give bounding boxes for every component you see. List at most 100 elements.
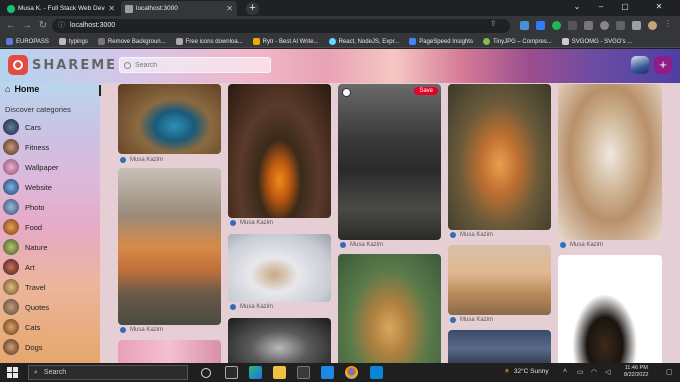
close-tab-icon[interactable]: ✕ (226, 4, 233, 13)
system-clock[interactable]: 11:46 PM 8/22/2022 (624, 365, 648, 379)
file-explorer-icon[interactable] (273, 366, 286, 379)
pin-image[interactable] (338, 254, 441, 363)
category-item-wallpaper[interactable]: Wallpaper (3, 157, 59, 177)
pin-card[interactable] (228, 318, 331, 363)
weather-widget[interactable]: ☀ 32°C Sunny (504, 367, 549, 376)
pin-card[interactable] (448, 330, 551, 363)
app-logo[interactable]: SHAREME (8, 55, 117, 75)
bookmark-item[interactable]: PageSpeed Insights (409, 38, 473, 45)
pin-card[interactable]: Musa Kazim (118, 84, 221, 164)
category-item-website[interactable]: Website (3, 177, 59, 197)
pin-author[interactable]: Musa Kazim (120, 157, 163, 163)
pin-image[interactable] (118, 340, 221, 363)
pin-card[interactable]: Musa Kazim (228, 84, 331, 230)
pin-author[interactable]: Musa Kazim (230, 220, 273, 226)
save-button[interactable]: Save (414, 87, 438, 95)
pin-image[interactable] (228, 84, 331, 218)
new-tab-button[interactable]: + (246, 2, 259, 15)
network-icon[interactable]: ▭ (577, 368, 584, 376)
search-input[interactable] (135, 61, 265, 69)
bookmark-item[interactable]: SVGOMG - SVGO's ... (561, 38, 632, 45)
pin-card[interactable]: Musa Kazim (448, 84, 551, 242)
pin-card[interactable] (558, 255, 662, 363)
category-item-art[interactable]: Art (3, 257, 59, 277)
info-icon[interactable]: ⓘ (58, 19, 65, 33)
bookmark-item[interactable]: typings (58, 38, 88, 45)
cortana-icon[interactable] (201, 368, 211, 378)
pin-card[interactable] (118, 340, 221, 363)
extension-icon[interactable] (584, 21, 593, 30)
pin-card[interactable] (338, 254, 441, 363)
pin-image[interactable] (558, 84, 662, 240)
chrome-icon[interactable] (345, 366, 358, 379)
pin-image[interactable] (448, 84, 551, 230)
pin-image[interactable] (228, 234, 331, 302)
back-icon[interactable]: ← (4, 19, 18, 33)
translate-icon[interactable] (520, 21, 529, 30)
category-item-nature[interactable]: Nature (3, 237, 59, 257)
pin-image[interactable] (118, 168, 221, 325)
pin-card[interactable]: Musa Kazim (558, 84, 662, 252)
forward-icon[interactable]: → (20, 19, 34, 33)
download-icon[interactable] (342, 88, 351, 97)
close-window-icon[interactable]: ✕ (648, 0, 670, 14)
task-view-icon[interactable] (225, 366, 238, 379)
extension-icon[interactable] (536, 21, 545, 30)
tray-chevron-icon[interactable]: ˄ (563, 368, 567, 375)
pin-author[interactable]: Musa Kazim (120, 327, 163, 333)
notifications-icon[interactable]: ▢ (666, 368, 673, 376)
pin-image[interactable] (558, 255, 662, 363)
create-pin-button[interactable]: + (654, 56, 672, 74)
bookmark-item[interactable]: Rytr - Best AI Write... (252, 38, 319, 45)
search-bar[interactable] (119, 57, 271, 73)
minimize-icon[interactable]: – (590, 0, 612, 14)
wifi-icon[interactable]: ◠ (591, 368, 597, 376)
category-item-cars[interactable]: Cars (3, 117, 59, 137)
profile-icon[interactable] (648, 21, 657, 30)
vscode-icon[interactable] (370, 366, 383, 379)
puzzle-icon[interactable] (616, 21, 625, 30)
category-item-fitness[interactable]: Fitness (3, 137, 59, 157)
tab-search-icon[interactable]: ⌄ (566, 0, 588, 14)
menu-icon[interactable]: ⋮ (664, 19, 673, 28)
close-tab-icon[interactable]: ✕ (108, 4, 115, 13)
pin-author[interactable]: Musa Kazim (450, 317, 493, 323)
pin-card[interactable]: Musa Kazim (118, 168, 221, 336)
category-item-photo[interactable]: Photo (3, 197, 59, 217)
bookmark-item[interactable]: EUROPASS (6, 38, 49, 45)
pin-image[interactable] (228, 318, 331, 363)
pin-image[interactable] (448, 245, 551, 315)
pin-author[interactable]: Musa Kazim (230, 304, 273, 310)
grammarly-icon[interactable] (552, 21, 561, 30)
share-icon[interactable]: ⇪ (490, 19, 499, 28)
pin-author[interactable]: Musa Kazim (450, 232, 493, 238)
bookmark-item[interactable]: Remove Backgroun... (97, 38, 166, 45)
category-item-dogs[interactable]: Dogs (3, 337, 59, 357)
volume-icon[interactable]: ◁ (605, 368, 610, 376)
sidebar-icon[interactable] (632, 21, 641, 30)
address-bar[interactable]: ⓘ localhost:3000 (52, 19, 510, 33)
category-item-quotes[interactable]: Quotes (3, 297, 59, 317)
pin-image[interactable] (118, 84, 221, 154)
sidebar-home-link[interactable]: ⌂ Home (5, 84, 39, 94)
extension-icon[interactable] (568, 21, 577, 30)
bookmark-item[interactable]: TinyJPG – Compres... (482, 38, 552, 45)
pin-card[interactable]: Musa Kazim (228, 234, 331, 314)
user-avatar[interactable] (631, 56, 649, 74)
maximize-icon[interactable]: ▢ (614, 0, 636, 14)
pin-author[interactable]: Musa Kazim (560, 242, 603, 248)
edge-icon[interactable] (249, 366, 262, 379)
tab-portfolio[interactable]: Musa K. - Full Stack Web Develo ✕ (3, 1, 119, 16)
taskbar-search[interactable]: ⌕ Search (28, 365, 188, 380)
category-item-food[interactable]: Food (3, 217, 59, 237)
mail-icon[interactable] (321, 366, 334, 379)
category-item-cats[interactable]: Cats (3, 317, 59, 337)
category-item-travel[interactable]: Travel (3, 277, 59, 297)
pin-image[interactable] (338, 84, 441, 240)
bookmark-item[interactable]: Free icons downloa... (175, 38, 243, 45)
bookmark-item[interactable]: React, NodeJS, Expr... (328, 38, 399, 45)
store-icon[interactable] (297, 366, 310, 379)
tab-localhost[interactable]: localhost:3000 ✕ (121, 1, 237, 16)
pin-card[interactable]: Save Musa Kazim (338, 84, 441, 252)
pin-author[interactable]: Musa Kazim (340, 242, 383, 248)
